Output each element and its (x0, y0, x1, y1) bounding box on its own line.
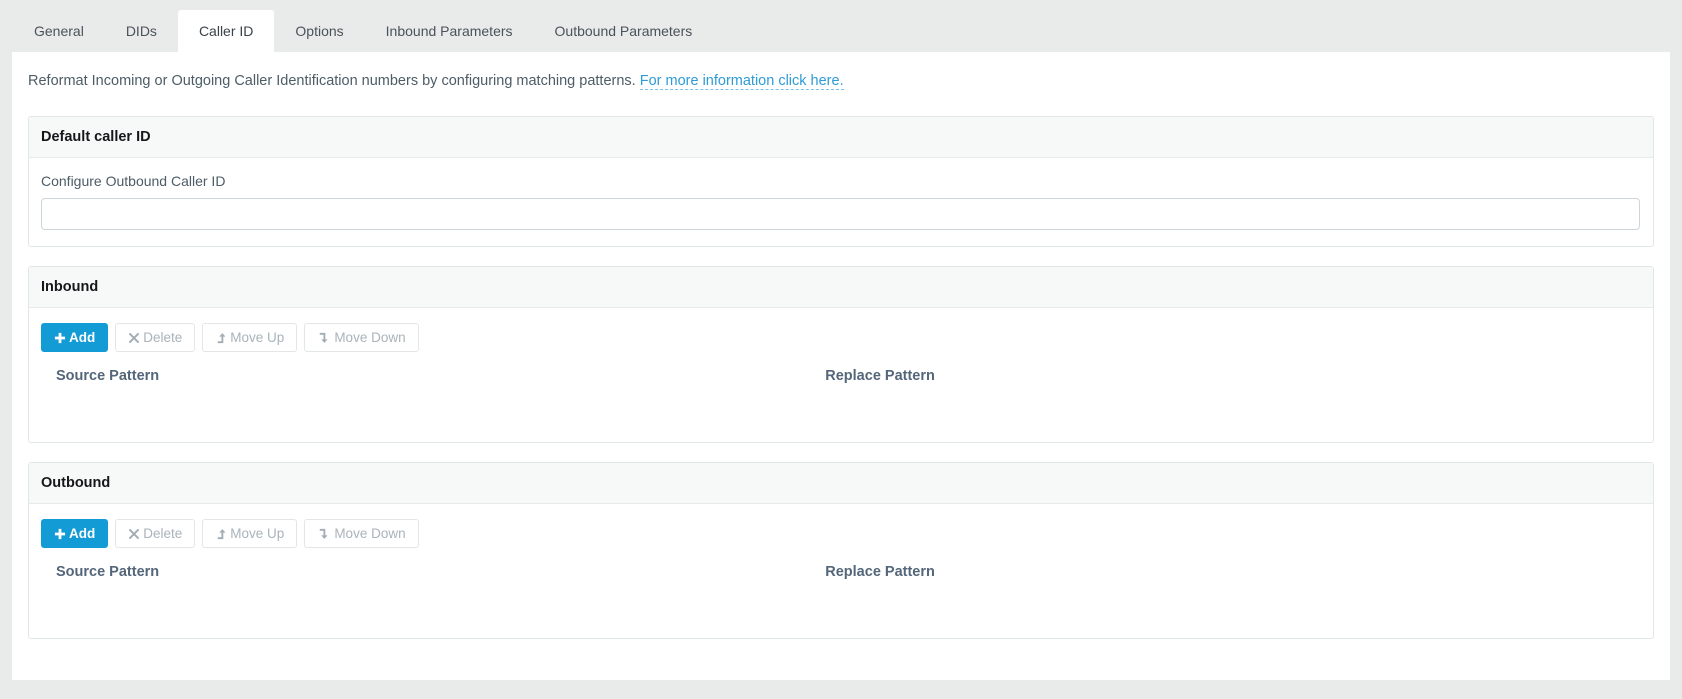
tab-general[interactable]: General (13, 10, 105, 52)
tab-dids[interactable]: DIDs (105, 10, 178, 52)
default-caller-id-panel-body: Configure Outbound Caller ID (29, 158, 1653, 246)
outbound-pattern-table-header: Source Pattern Replace Pattern (44, 564, 1640, 580)
inbound-move-up-button[interactable]: Move Up (202, 323, 297, 352)
outbound-caller-id-input[interactable] (41, 198, 1640, 230)
inbound-panel-body: Add Delete Move Up (29, 308, 1653, 442)
inbound-pattern-table-header: Source Pattern Replace Pattern (44, 368, 1640, 384)
level-down-icon (317, 528, 329, 540)
intro-description: Reformat Incoming or Outgoing Caller Ide… (28, 73, 636, 89)
x-icon (128, 332, 140, 344)
more-info-link[interactable]: For more information click here. (640, 73, 844, 90)
plus-icon (54, 528, 66, 540)
inbound-toolbar: Add Delete Move Up (41, 323, 1640, 352)
tab-options[interactable]: Options (274, 10, 364, 52)
inbound-source-pattern-header: Source Pattern (44, 368, 813, 384)
tab-inbound-parameters[interactable]: Inbound Parameters (365, 10, 534, 52)
inbound-move-down-button[interactable]: Move Down (304, 323, 418, 352)
level-up-icon (215, 332, 227, 344)
outbound-toolbar: Add Delete Move Up (41, 519, 1640, 548)
outbound-panel: Outbound Add Delete (28, 462, 1654, 639)
outbound-move-up-button[interactable]: Move Up (202, 519, 297, 548)
default-caller-id-panel: Default caller ID Configure Outbound Cal… (28, 116, 1654, 247)
outbound-source-pattern-header: Source Pattern (44, 564, 813, 580)
outbound-add-button[interactable]: Add (41, 519, 108, 548)
caller-id-tab-content: Reformat Incoming or Outgoing Caller Ide… (12, 52, 1670, 680)
outbound-caller-id-label: Configure Outbound Caller ID (41, 173, 1640, 189)
x-icon (128, 528, 140, 540)
outbound-replace-pattern-header: Replace Pattern (813, 564, 1640, 580)
intro-text: Reformat Incoming or Outgoing Caller Ide… (28, 73, 1654, 89)
inbound-delete-button[interactable]: Delete (115, 323, 195, 352)
level-up-icon (215, 528, 227, 540)
outbound-move-down-button[interactable]: Move Down (304, 519, 418, 548)
outbound-panel-body: Add Delete Move Up (29, 504, 1653, 638)
plus-icon (54, 332, 66, 344)
tab-caller-id[interactable]: Caller ID (178, 10, 274, 52)
outbound-panel-title: Outbound (29, 463, 1653, 504)
tab-outbound-parameters[interactable]: Outbound Parameters (534, 10, 714, 52)
inbound-panel-title: Inbound (29, 267, 1653, 308)
outbound-delete-button[interactable]: Delete (115, 519, 195, 548)
tab-bar: General DIDs Caller ID Options Inbound P… (0, 0, 1682, 52)
inbound-panel: Inbound Add Delete (28, 266, 1654, 443)
level-down-icon (317, 332, 329, 344)
inbound-add-button[interactable]: Add (41, 323, 108, 352)
inbound-replace-pattern-header: Replace Pattern (813, 368, 1640, 384)
default-caller-id-panel-title: Default caller ID (29, 117, 1653, 158)
